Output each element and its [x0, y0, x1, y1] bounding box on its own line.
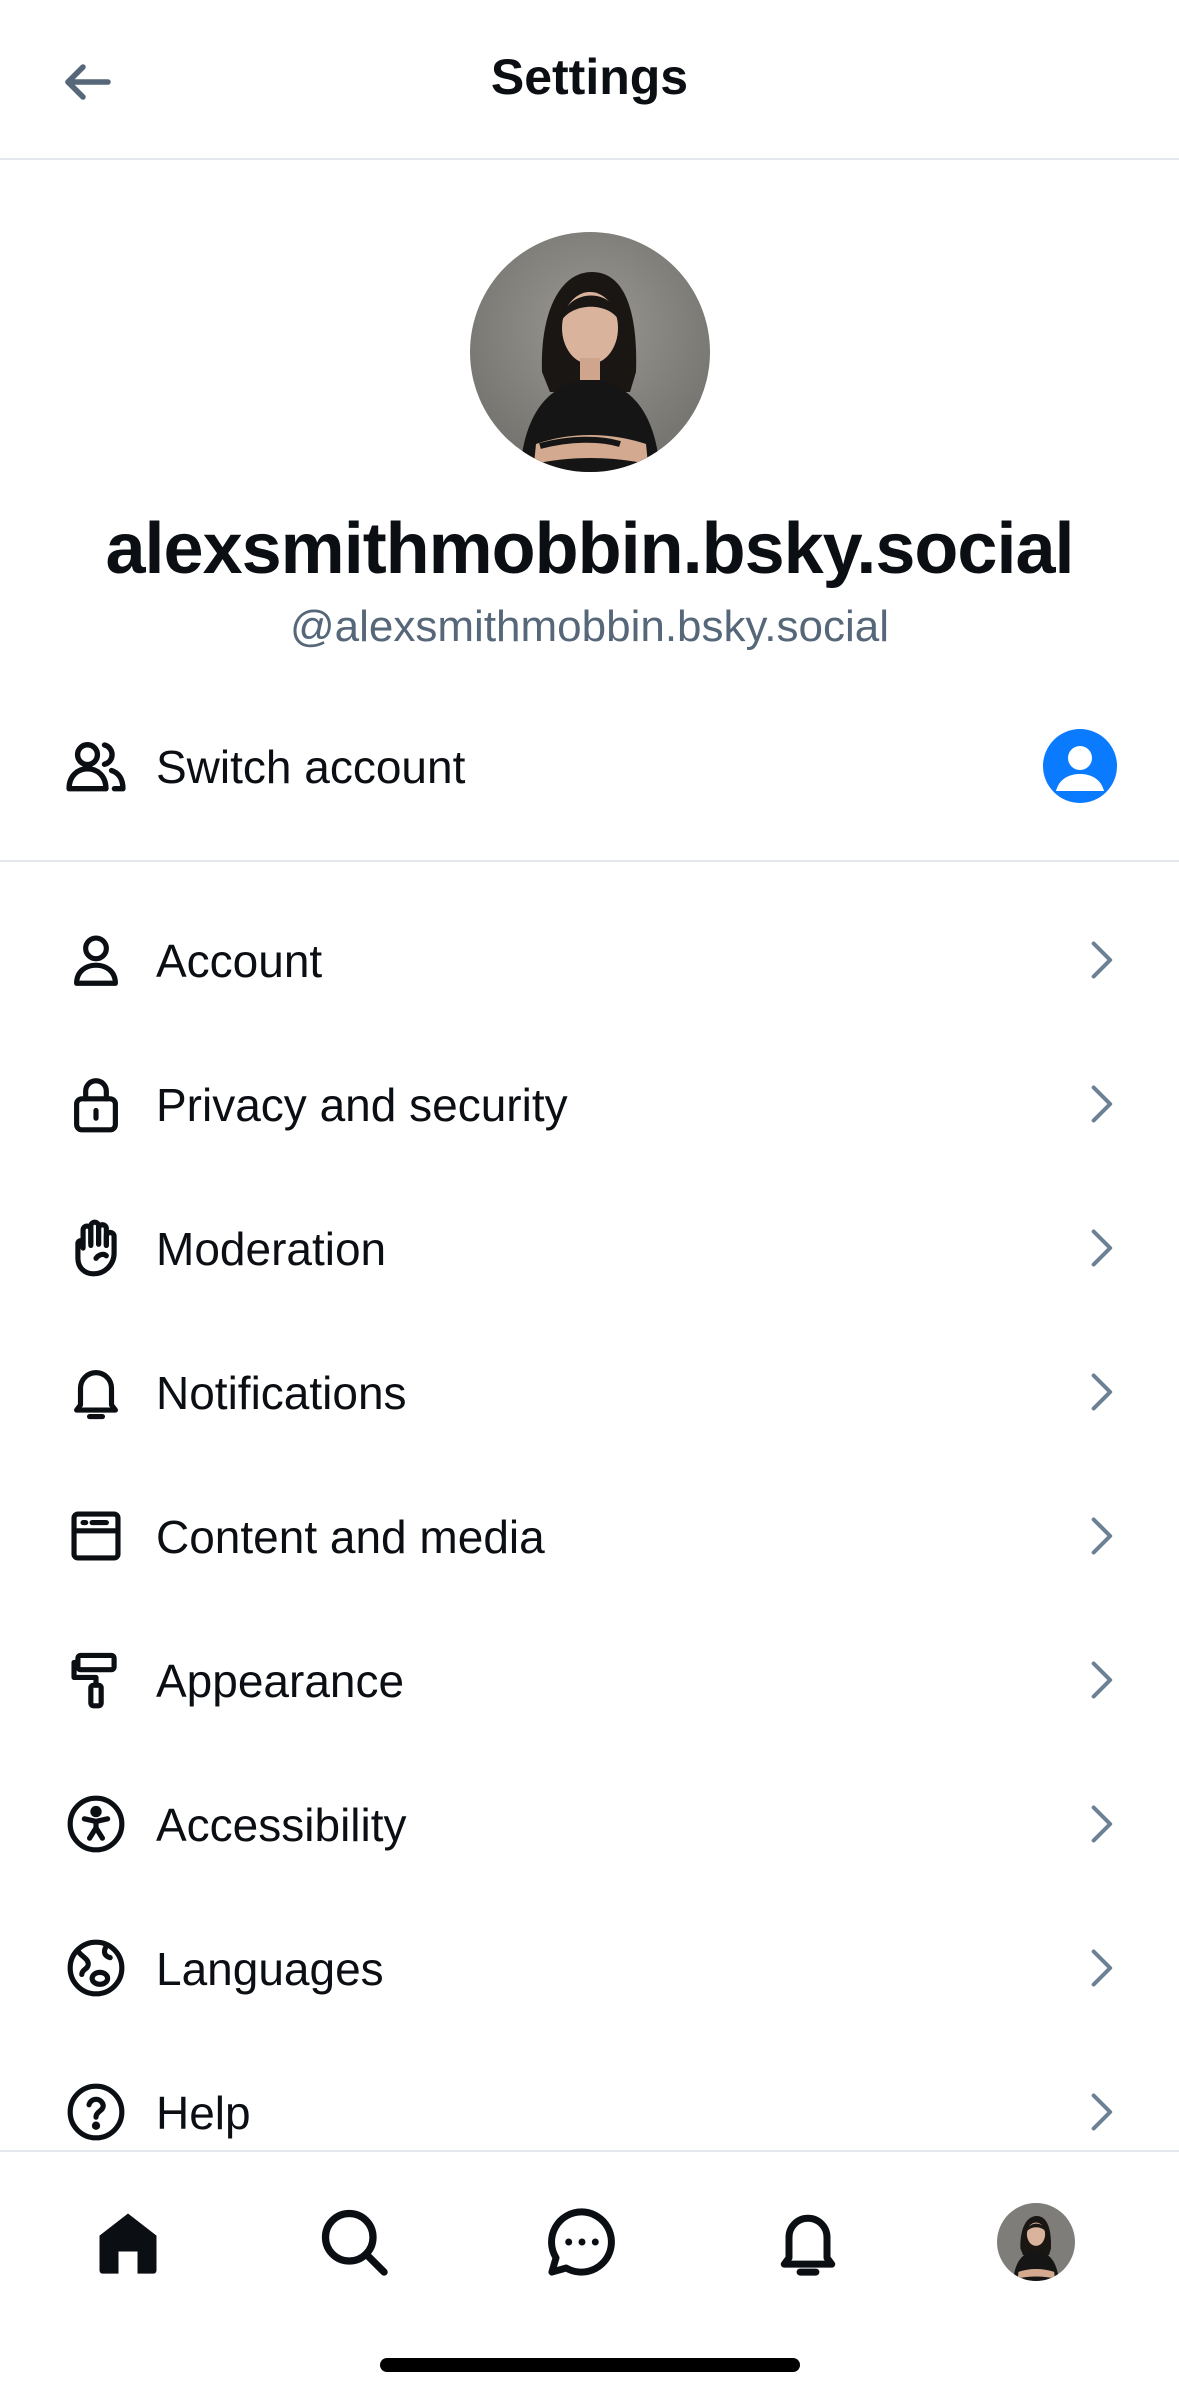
profile-avatar[interactable]	[470, 232, 710, 472]
tab-search[interactable]	[304, 2192, 404, 2292]
tab-home[interactable]	[78, 2192, 178, 2292]
settings-item-label: Content and media	[156, 1511, 545, 1563]
people-icon	[60, 730, 132, 802]
settings-item-appearance[interactable]: Appearance	[0, 1608, 1179, 1752]
settings-item-label: Appearance	[156, 1655, 405, 1707]
settings-item-languages[interactable]: Languages	[0, 1896, 1179, 2040]
current-account-avatar-icon	[1043, 729, 1117, 803]
bell-icon	[780, 2214, 836, 2276]
home-icon	[99, 2213, 157, 2274]
settings-item-label: Account	[156, 935, 323, 987]
chevron-right-icon	[1073, 1364, 1129, 1420]
chevron-right-icon	[1073, 1652, 1129, 1708]
profile-handle: @alexsmithmobbin.bsky.social	[290, 602, 889, 651]
settings-item-label: Notifications	[156, 1367, 407, 1419]
chevron-right-icon	[1073, 1796, 1129, 1852]
settings-item-content-and-media[interactable]: Content and media	[0, 1464, 1179, 1608]
chevron-right-icon	[1073, 932, 1129, 988]
person-icon	[60, 924, 132, 996]
paint-roller-icon	[60, 1644, 132, 1716]
switch-account-row[interactable]: Switch account	[0, 696, 1179, 862]
accessibility-icon	[60, 1788, 132, 1860]
help-icon	[60, 2076, 132, 2148]
chevron-right-icon	[1073, 1220, 1129, 1276]
settings-item-label: Privacy and security	[156, 1079, 568, 1131]
tab-notifications[interactable]	[758, 2192, 858, 2292]
chevron-right-icon	[1073, 1508, 1129, 1564]
switch-account-label: Switch account	[156, 741, 466, 793]
settings-item-label: Accessibility	[156, 1799, 407, 1851]
home-indicator	[380, 2358, 800, 2372]
settings-item-label: Moderation	[156, 1223, 387, 1275]
tab-profile[interactable]	[986, 2192, 1086, 2292]
settings-item-label: Languages	[156, 1943, 384, 1995]
globe-icon	[60, 1932, 132, 2004]
chat-icon	[548, 2208, 615, 2276]
bell-icon	[60, 1356, 132, 1428]
bottom-tab-bar	[0, 2150, 1179, 2396]
settings-item-accessibility[interactable]: Accessibility	[0, 1752, 1179, 1896]
display-name: alexsmithmobbin.bsky.social	[105, 509, 1075, 589]
header-bar: Settings	[0, 0, 1179, 160]
chevron-right-icon	[1073, 1940, 1129, 1996]
chevron-right-icon	[1073, 2084, 1129, 2140]
settings-item-notifications[interactable]: Notifications	[0, 1320, 1179, 1464]
hand-icon	[60, 1212, 132, 1284]
search-icon	[321, 2209, 388, 2276]
tab-chat[interactable]	[532, 2192, 632, 2292]
settings-item-label: Help	[156, 2087, 251, 2139]
lock-icon	[60, 1068, 132, 1140]
settings-item-account[interactable]: Account	[0, 888, 1179, 1032]
chevron-right-icon	[1073, 1076, 1129, 1132]
settings-item-privacy-and-security[interactable]: Privacy and security	[0, 1032, 1179, 1176]
window-icon	[60, 1500, 132, 1572]
settings-item-moderation[interactable]: Moderation	[0, 1176, 1179, 1320]
profile-avatar	[997, 2203, 1075, 2281]
page-title: Settings	[490, 49, 689, 105]
